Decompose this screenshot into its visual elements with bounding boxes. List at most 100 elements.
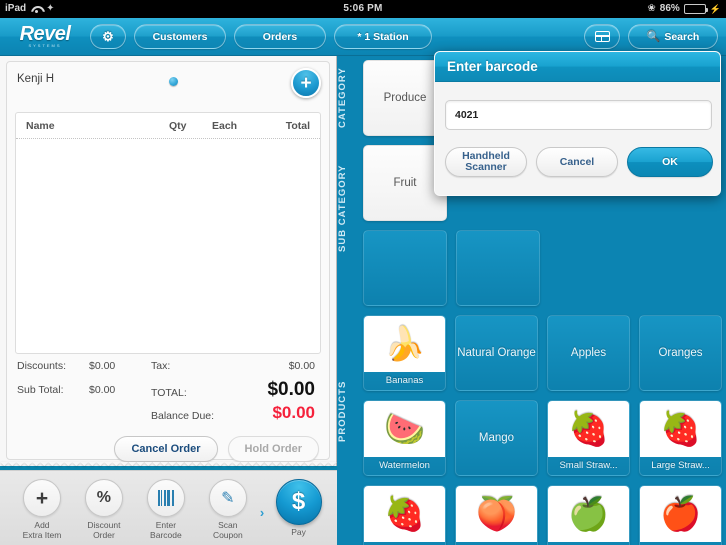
pos-app: iPad ✦ 5:06 PM ❀ 86% ⚡ Revel SYSTEMS ⚙ C… (0, 0, 726, 545)
product-tile-hidden-2[interactable] (456, 230, 540, 306)
cancel-order-button[interactable]: Cancel Order (114, 436, 218, 462)
scan-coupon-button[interactable]: ✎ Scan Coupon (200, 479, 256, 540)
product-label-watermelon: Watermelon (379, 460, 430, 472)
barcode-input[interactable]: 4021 (445, 100, 712, 130)
product-label-large-strawberries: Large Straw... (651, 460, 710, 472)
hold-order-button[interactable]: Hold Order (227, 436, 319, 462)
rail-label-category: CATEGORY (337, 67, 348, 129)
scan-coupon-label-line1: Scan (218, 520, 238, 530)
bottom-toolbar: + Add Extra Item % Discount Order Enter … (0, 470, 337, 545)
pay-label: Pay (291, 527, 306, 537)
layout-toggle-button[interactable] (584, 24, 620, 49)
plus-icon: + (22, 479, 61, 517)
product-tile-apples[interactable]: Apples (547, 315, 630, 391)
balance-due-label: Balance Due: (151, 410, 215, 422)
order-action-buttons: Cancel Order Hold Order (114, 436, 319, 462)
logo-wordmark: Revel (19, 23, 71, 45)
strawberries-small-image: 🍓 (548, 401, 629, 457)
product-tile-green-apple[interactable]: 🍏 Green Apple (547, 485, 630, 545)
add-extra-item-button[interactable]: + Add Extra Item (14, 479, 70, 540)
strawberries-large-image: 🍓 (640, 401, 721, 457)
tax-label: Tax: (151, 360, 171, 372)
dialog-cancel-button[interactable]: Cancel (536, 147, 618, 177)
enter-barcode-label-line1: Enter (155, 520, 177, 530)
status-bar-right: ❀ 86% ⚡ (647, 0, 721, 18)
product-tile-plum[interactable]: 🍓 Plum (363, 485, 446, 545)
search-button[interactable]: 🔍 Search (628, 24, 718, 49)
green-apple-image: 🍏 (548, 486, 629, 542)
product-tile-small-strawberries[interactable]: 🍓 Small Straw... (547, 400, 630, 476)
bluetooth-icon: ❀ (647, 3, 656, 14)
product-tile-watermelon[interactable]: 🍉 Watermelon (363, 400, 446, 476)
product-tile-fuji-apple[interactable]: 🍎 Fuji Apple (639, 485, 722, 545)
order-items-table: Name Qty Each Total (15, 112, 321, 354)
coupon-icon: ✎ (208, 479, 247, 517)
product-tile-oranges[interactable]: Oranges (639, 315, 722, 391)
column-header-name: Name (26, 119, 55, 132)
totals-row-discounts-tax: Discounts: $0.00 Tax: $0.00 (17, 360, 319, 372)
rail-label-subcategory: SUB CATEGORY (337, 164, 348, 252)
add-item-button[interactable]: + (291, 68, 321, 98)
add-extra-item-label-line1: Add (34, 520, 50, 530)
percent-icon: % (84, 479, 123, 517)
totals-row-subtotal-total: Sub Total: $0.00 TOTAL: $0.00 (17, 379, 319, 401)
pay-button[interactable]: $ Pay (268, 479, 329, 537)
gear-icon: ⚙ (102, 29, 114, 44)
charging-bolt-icon: ⚡ (709, 4, 721, 14)
product-tile-mango[interactable]: Mango (455, 400, 538, 476)
column-header-each: Each (211, 119, 238, 132)
enter-barcode-dialog: Enter barcode 4021 Handheld Scanner Canc… (434, 51, 721, 196)
discounts-value: $0.00 (89, 360, 116, 372)
tax-value: $0.00 (288, 360, 315, 372)
enter-barcode-button[interactable]: Enter Barcode (138, 479, 194, 540)
search-icon: 🔍 (646, 31, 661, 43)
plum-image: 🍓 (364, 486, 445, 542)
dialog-ok-button[interactable]: OK (627, 147, 713, 177)
bananas-image: 🍌 (364, 316, 445, 372)
product-label-peach: Peach (456, 542, 537, 545)
product-tile-peach[interactable]: 🍑 Peach (455, 485, 538, 545)
subtotal-label: Sub Total: (17, 384, 64, 396)
product-tile-large-strawberries[interactable]: 🍓 Large Straw... (639, 400, 722, 476)
product-row-1: 🍌 Bananas Natural Orange Apples Oranges (359, 315, 722, 400)
barcode-icon (146, 479, 185, 517)
discount-order-label-line1: Discount (87, 520, 121, 530)
station-button[interactable]: * 1 Station (334, 24, 432, 49)
search-label: Search (664, 30, 700, 43)
watermelon-image: 🍉 (364, 401, 445, 457)
customer-name[interactable]: Kenji H (17, 73, 54, 85)
total-value: $0.00 (267, 379, 315, 400)
dialog-title: Enter barcode (435, 52, 720, 82)
total-label: TOTAL: (151, 387, 187, 399)
dialog-buttons: Handheld Scanner Cancel OK (445, 147, 713, 177)
customer-row: Kenji H + (7, 62, 329, 108)
handheld-scanner-button[interactable]: Handheld Scanner (445, 147, 527, 177)
receipt-torn-edge (0, 462, 337, 470)
discount-order-button[interactable]: % Discount Order (76, 479, 132, 540)
order-totals: Discounts: $0.00 Tax: $0.00 Sub Total: $… (7, 360, 329, 425)
totals-row-balance: Balance Due: $0.00 (17, 403, 319, 423)
product-row-3: 🍓 Plum 🍑 Peach 🍏 Green Apple 🍎 Fuji Appl… (359, 485, 722, 545)
orders-button[interactable]: Orders (234, 24, 326, 49)
battery-percent-label: 86% (659, 3, 680, 14)
product-tile-natural-orange[interactable]: Natural Orange (455, 315, 538, 391)
discounts-label: Discounts: (17, 360, 67, 372)
chevron-right-icon[interactable]: › (260, 499, 264, 520)
settings-button[interactable]: ⚙ (90, 24, 126, 49)
column-header-total: Total (285, 119, 310, 132)
toolbar-items: + Add Extra Item % Discount Order Enter … (0, 471, 337, 540)
customer-status-dot (169, 77, 178, 86)
hidden-tiles-row (359, 230, 722, 315)
dollar-icon: $ (275, 479, 322, 525)
order-panel: Kenji H + Name Qty Each Total Discounts:… (0, 56, 337, 466)
product-tile-hidden-1[interactable] (363, 230, 447, 306)
product-tile-bananas[interactable]: 🍌 Bananas (363, 315, 446, 391)
status-bar-time: 5:06 PM (343, 3, 383, 14)
grid-layout-icon (594, 31, 610, 42)
customers-button[interactable]: Customers (134, 24, 226, 49)
discount-order-label-line2: Order (93, 530, 115, 540)
product-label-fuji-apple: Fuji Apple (640, 542, 721, 545)
product-row-2: 🍉 Watermelon Mango 🍓 Small Straw... 🍓 La… (359, 400, 722, 485)
order-items-header: Name Qty Each Total (16, 113, 320, 139)
subtotal-value: $0.00 (89, 384, 116, 396)
